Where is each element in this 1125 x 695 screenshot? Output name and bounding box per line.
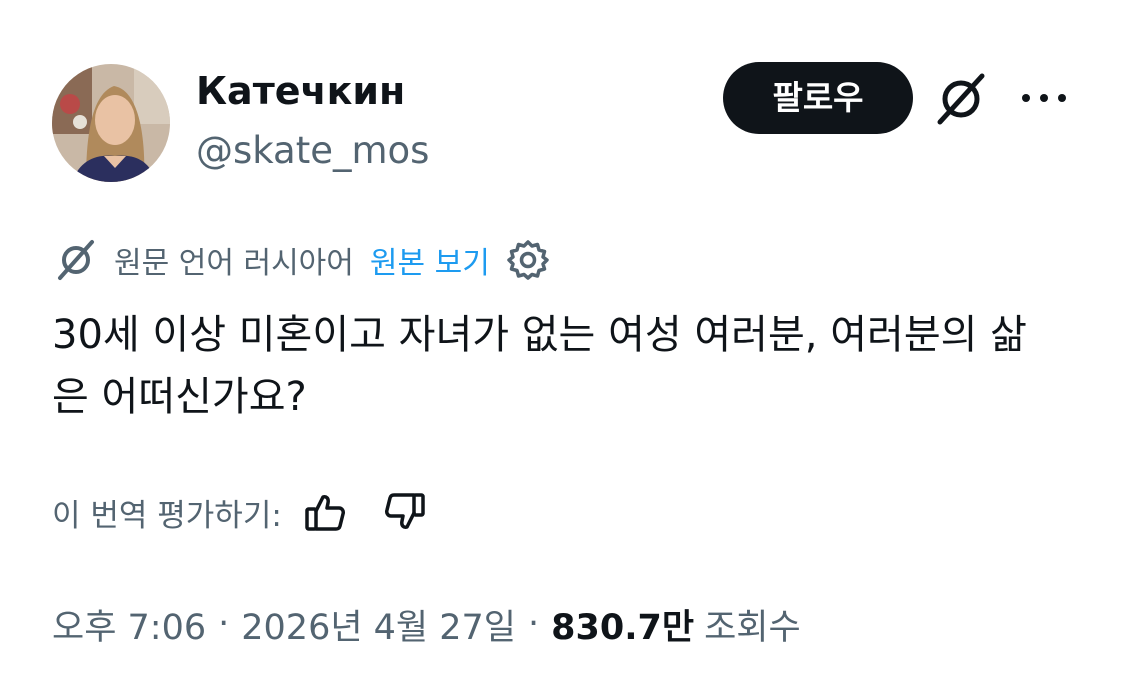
thumbs-down-icon[interactable] <box>382 489 428 535</box>
gear-icon[interactable] <box>506 238 550 282</box>
author-handle[interactable]: @skate_mos <box>196 128 429 174</box>
views-count[interactable]: 830.7만 <box>551 599 694 650</box>
translation-info-row: 원문 언어 러시아어 원본 보기 <box>52 236 550 284</box>
tweet-time[interactable]: 오후 7:06 <box>52 599 206 650</box>
thumbs-up-icon[interactable] <box>302 489 348 535</box>
tweet-text: 30세 이상 미혼이고 자녀가 없는 여성 여러분, 여러분의 삶은 어떠신가요… <box>52 312 1027 420</box>
follow-button[interactable]: 팔로우 <box>723 62 913 134</box>
avatar-image <box>52 64 170 182</box>
grok-translate-icon <box>52 236 100 284</box>
views-label[interactable]: 조회수 <box>704 599 801 650</box>
tweet-meta-row: 오후 7:06 · 2026년 4월 27일 · 830.7만 조회수 <box>52 596 801 652</box>
more-dots-icon[interactable] <box>1018 80 1070 116</box>
meta-separator: · <box>528 604 540 644</box>
meta-separator: · <box>218 604 230 644</box>
rate-translation-label: 이 번역 평가하기: <box>52 497 282 534</box>
avatar[interactable] <box>52 64 170 182</box>
translation-source-label: 원문 언어 러시아어 <box>114 246 354 281</box>
translation-rating-row: 이 번역 평가하기: <box>52 486 428 538</box>
author-display-name[interactable]: Катечкин <box>196 68 405 114</box>
grok-icon[interactable] <box>932 70 990 128</box>
tweet-date[interactable]: 2026년 4월 27일 <box>241 599 516 650</box>
view-original-link[interactable]: 원본 보기 <box>370 238 490 282</box>
